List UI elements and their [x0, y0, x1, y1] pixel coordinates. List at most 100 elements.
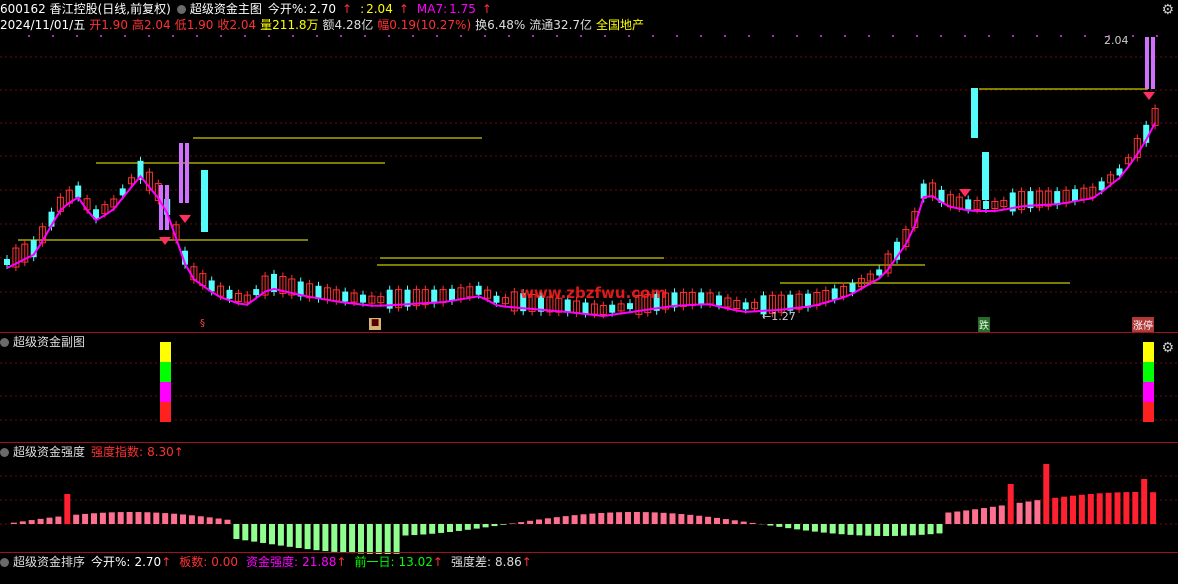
candle-down	[4, 259, 10, 265]
strength-bar	[927, 524, 934, 535]
settings-circle-icon[interactable]	[0, 338, 9, 347]
strength-bar	[473, 524, 480, 529]
diamond-marker	[179, 215, 191, 223]
strength-bar	[767, 524, 774, 526]
candle-down	[609, 304, 616, 313]
strength-bar	[553, 517, 560, 524]
strength-bar	[865, 524, 872, 536]
strength-bar	[900, 524, 907, 536]
strength-bar	[1132, 492, 1139, 524]
tag-left: §	[200, 318, 205, 329]
strength-bar	[215, 518, 222, 524]
strength-bar	[527, 520, 534, 524]
candle-down	[983, 201, 989, 209]
marker-dot	[556, 35, 558, 37]
candle-down	[742, 302, 749, 310]
low-mark-value: 1.27	[771, 310, 796, 323]
strong-bar	[159, 185, 163, 230]
up-arrow-icon: ↑	[432, 555, 443, 569]
low-mark-label: ←1.27	[762, 310, 796, 323]
marker-dot	[628, 35, 630, 37]
sub3-title[interactable]: 超级资金排序	[13, 555, 85, 569]
sub3-title-row: 超级资金排序 今开%: 2.70↑ 板数: 0.00 资金强度: 21.88↑ 前一日: 13.…	[0, 553, 532, 571]
strength-bar	[99, 512, 106, 524]
sub1-title[interactable]: 超级资金副图	[13, 335, 85, 349]
sub2-title[interactable]: 超级资金强度	[13, 445, 85, 459]
strength-bar	[82, 513, 89, 524]
candle-down	[253, 289, 260, 296]
strength-bar	[73, 514, 80, 524]
strength-bar	[589, 513, 596, 524]
index-value: 8.30	[147, 445, 174, 459]
settings-circle-icon[interactable]	[0, 448, 9, 457]
marker-dot	[412, 35, 414, 37]
strength-bar	[19, 521, 26, 524]
marker-dot	[724, 35, 726, 37]
candle-down	[627, 303, 633, 310]
marker-dot	[1084, 35, 1086, 37]
tag-mid: ■	[369, 318, 381, 330]
strength-bar	[972, 509, 979, 524]
strength-bar	[785, 524, 792, 529]
sub3-open-value: 2.70	[134, 555, 162, 569]
strength-bar	[144, 512, 151, 524]
prev-value: 13.02	[398, 555, 433, 569]
strength-bar	[28, 520, 35, 524]
marker-dot	[796, 35, 798, 37]
marker-dot	[148, 35, 150, 37]
strength-bar	[64, 494, 71, 524]
strength-bar	[722, 519, 729, 524]
strength-bar	[10, 522, 17, 524]
marker-dot	[316, 35, 318, 37]
strength-bar	[135, 512, 142, 524]
strength-bar	[669, 513, 676, 524]
strength-bar	[322, 524, 329, 552]
strong-bar	[179, 143, 183, 203]
strength-bar	[820, 524, 827, 533]
board-value: 0.00	[211, 555, 239, 569]
strength-bar	[562, 516, 569, 524]
strength-bar	[509, 523, 516, 524]
strength-bar	[1025, 501, 1032, 524]
strength-bar	[544, 518, 551, 524]
stack-segment	[1143, 362, 1154, 382]
strength-label: 资金强度:	[246, 555, 299, 569]
strength-bar	[749, 522, 756, 524]
diff-label: 强度差:	[450, 555, 491, 569]
strength-bar	[642, 512, 649, 524]
strength-bar	[438, 524, 445, 533]
strength-bar	[171, 513, 178, 524]
marker-dot	[1156, 35, 1158, 37]
strength-bar	[518, 522, 525, 524]
settings-circle-icon[interactable]	[0, 558, 9, 567]
strength-bar	[500, 524, 507, 525]
up-arrow-icon: ↑	[336, 555, 347, 569]
marker-dot	[220, 35, 222, 37]
strength-bar	[37, 518, 44, 524]
strength-bar	[1061, 496, 1068, 524]
strength-bar	[455, 524, 462, 531]
marker-dot	[436, 35, 438, 37]
strength-bar	[286, 524, 293, 547]
strength-bar	[1070, 495, 1076, 524]
strength-bar	[358, 524, 364, 554]
strength-bar	[936, 524, 943, 534]
strength-bar	[1052, 497, 1059, 524]
marker-dot	[172, 35, 174, 37]
strength-bar	[295, 524, 302, 549]
sub3-open-label: 今开%:	[91, 555, 131, 569]
board-label: 板数:	[179, 555, 208, 569]
watermark: www.zbzfwu.com	[520, 284, 667, 302]
strength-bar	[1096, 493, 1103, 524]
strength-bar	[304, 524, 311, 550]
strength-bar	[954, 511, 961, 524]
strength-bar	[838, 524, 845, 535]
marker-dot	[52, 35, 54, 37]
strength-bar	[1016, 502, 1023, 524]
divider	[0, 332, 1178, 333]
strength-bar	[366, 524, 373, 554]
marker-dot	[772, 35, 774, 37]
diamond-marker	[959, 189, 971, 197]
strength-bar	[998, 505, 1005, 524]
marker-dot	[820, 35, 822, 37]
